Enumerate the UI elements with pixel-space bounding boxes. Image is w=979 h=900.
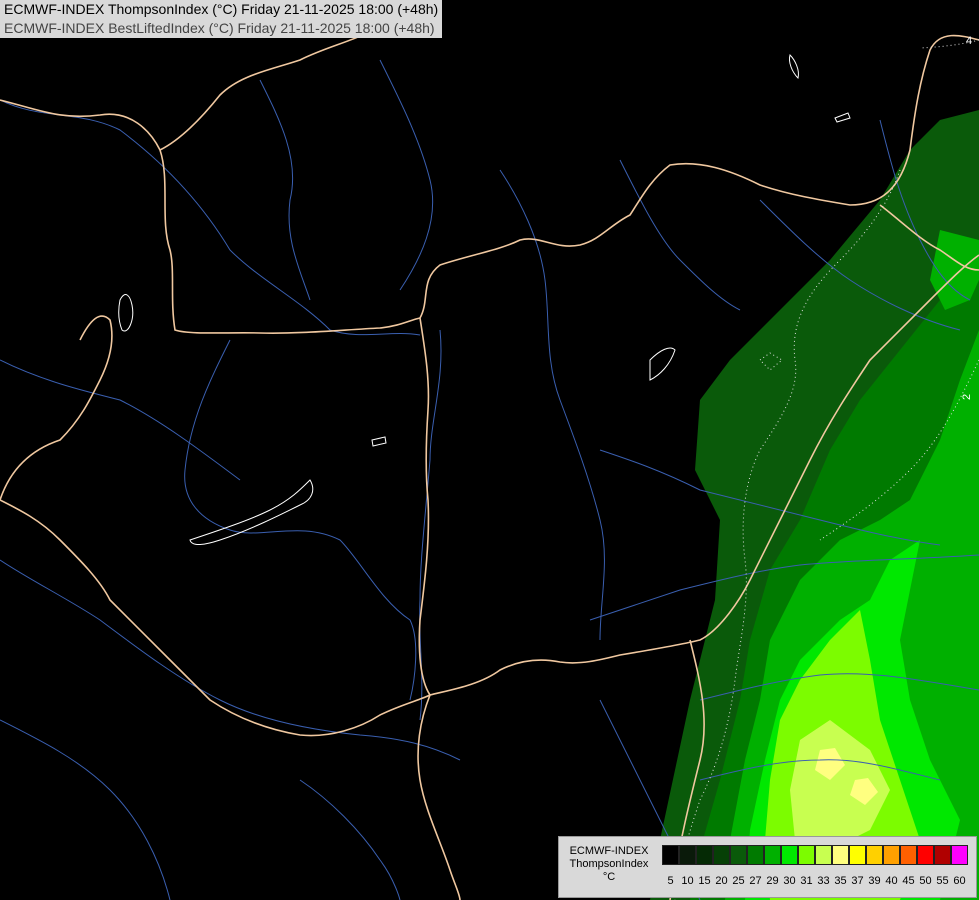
legend-swatch [662,845,679,865]
legend-swatches [662,845,968,865]
header-line-lifted: ECMWF-INDEX BestLiftedIndex (°C) Friday … [4,20,435,36]
legend-tick: 29 [766,875,779,887]
index-shading [650,110,979,900]
legend-tick: 25 [732,875,745,887]
legend-tick: 40 [885,875,898,887]
legend-tick: 31 [800,875,813,887]
legend-swatch [883,845,900,865]
legend-tick: 35 [834,875,847,887]
legend-tick: 55 [936,875,949,887]
contour-label-2: 2 [961,394,973,400]
legend-tick: 45 [902,875,915,887]
legend-swatch [849,845,866,865]
legend-swatch [917,845,934,865]
color-legend: ECMWF-INDEX ThompsonIndex °C 5 10 15 20 25 27… [558,836,977,898]
legend-swatch [815,845,832,865]
legend-swatch [934,845,951,865]
legend-tick: 33 [817,875,830,887]
legend-tick: 39 [868,875,881,887]
contour-label-4: 4 [966,35,972,47]
legend-swatch [900,845,917,865]
legend-swatch [696,845,713,865]
map-header: ECMWF-INDEX ThompsonIndex (°C) Friday 21… [0,0,443,38]
legend-unit: °C [602,871,616,883]
legend-swatch [764,845,781,865]
legend-tick: 15 [698,875,711,887]
legend-swatch [832,845,849,865]
legend-tick: 20 [715,875,728,887]
weather-map: 4 2 [0,0,979,900]
legend-tick: 27 [749,875,762,887]
legend-tick: 37 [851,875,864,887]
legend-swatch [798,845,815,865]
legend-ticks: 5 10 15 20 25 27 29 30 31 33 35 37 39 40 45 50 55 60 [662,875,968,887]
legend-tick: 50 [919,875,932,887]
legend-swatch [679,845,696,865]
legend-title-line2: ThompsonIndex [569,858,649,870]
legend-swatch [951,845,968,865]
legend-swatch [781,845,798,865]
legend-swatch [730,845,747,865]
legend-tick: 10 [681,875,694,887]
legend-tick: 60 [953,875,966,887]
legend-tick: 5 [667,875,674,887]
legend-title-line1: ECMWF-INDEX [569,845,649,857]
legend-swatch [713,845,730,865]
header-line-thompson: ECMWF-INDEX ThompsonIndex (°C) Friday 21… [4,1,439,17]
legend-swatch [866,845,883,865]
legend-swatch [747,845,764,865]
legend-tick: 30 [783,875,796,887]
legend-title: ECMWF-INDEX ThompsonIndex °C [561,845,657,884]
